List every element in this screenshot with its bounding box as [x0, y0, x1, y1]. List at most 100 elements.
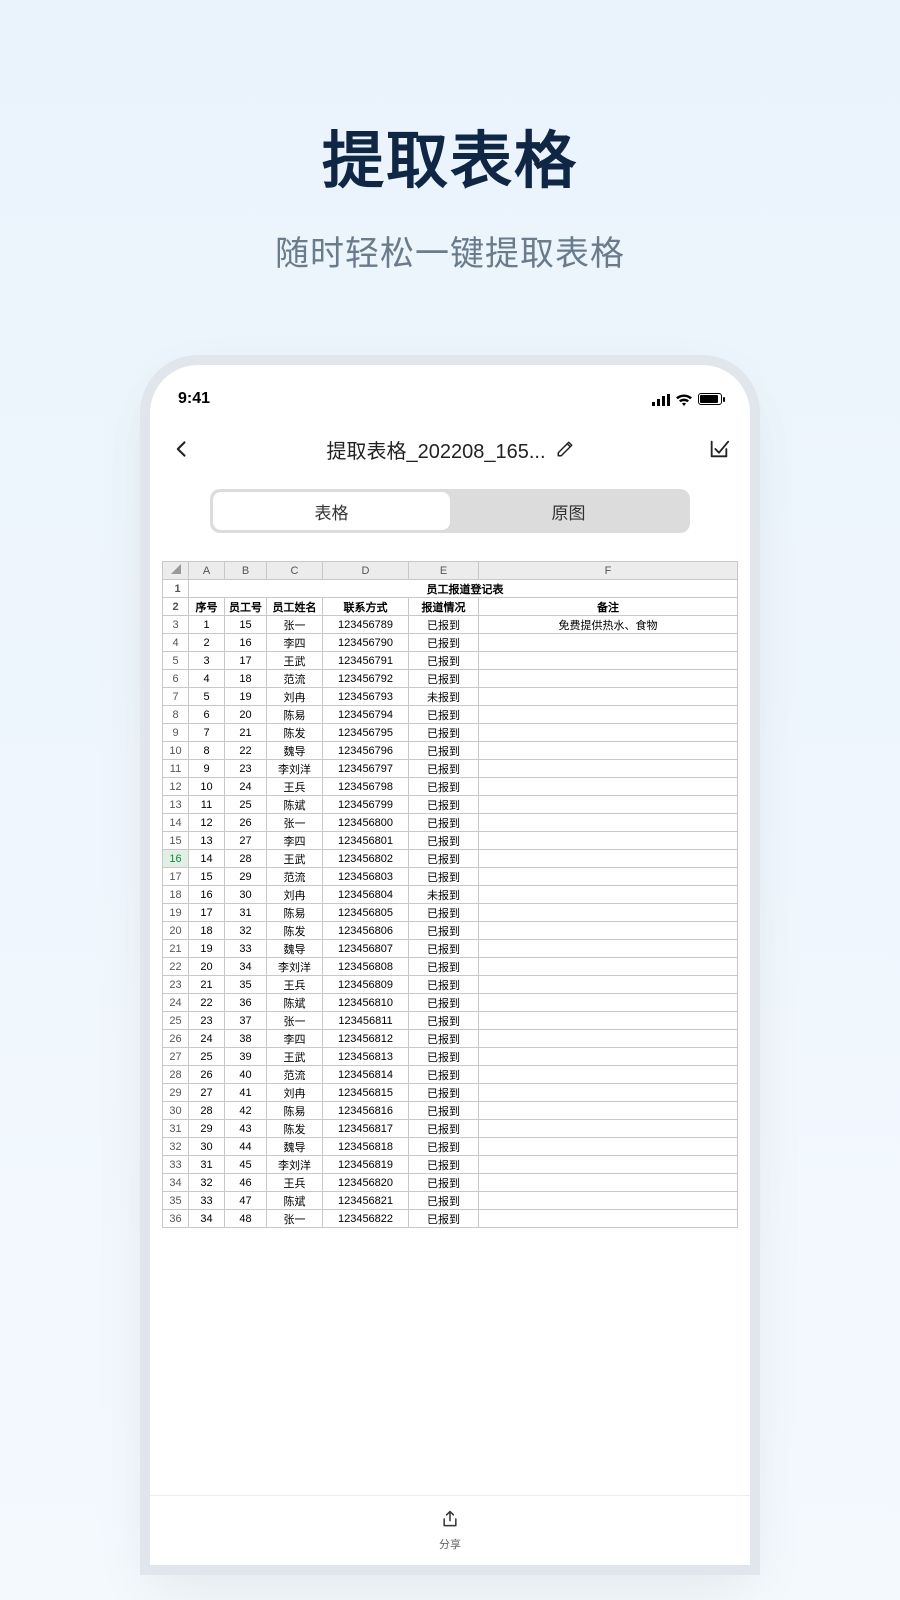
cell[interactable]: 123456798 — [323, 778, 409, 796]
cell[interactable] — [479, 814, 738, 832]
col-header[interactable]: D — [323, 562, 409, 580]
cell[interactable]: 已报到 — [409, 670, 479, 688]
cell[interactable]: 46 — [225, 1174, 267, 1192]
cell[interactable]: 123456821 — [323, 1192, 409, 1210]
cell[interactable]: 38 — [225, 1030, 267, 1048]
row-number[interactable]: 12 — [163, 778, 189, 796]
cell[interactable]: 27 — [189, 1084, 225, 1102]
cell[interactable]: 已报到 — [409, 958, 479, 976]
cell[interactable]: 已报到 — [409, 850, 479, 868]
cell[interactable]: 免费提供热水、食物 — [479, 616, 738, 634]
cell[interactable]: 陈斌 — [267, 994, 323, 1012]
share-button[interactable] — [440, 1509, 460, 1534]
cell[interactable]: 40 — [225, 1066, 267, 1084]
cell[interactable]: 李刘洋 — [267, 760, 323, 778]
cell[interactable]: 已报到 — [409, 742, 479, 760]
cell[interactable]: 2 — [189, 634, 225, 652]
row-number[interactable]: 4 — [163, 634, 189, 652]
cell[interactable]: 123456794 — [323, 706, 409, 724]
cell[interactable] — [479, 760, 738, 778]
cell[interactable]: 李四 — [267, 832, 323, 850]
column-header-cell[interactable]: 报道情况 — [409, 598, 479, 616]
cell[interactable]: 陈发 — [267, 1120, 323, 1138]
cell[interactable]: 刘冉 — [267, 886, 323, 904]
row-number[interactable]: 19 — [163, 904, 189, 922]
cell[interactable]: 魏导 — [267, 940, 323, 958]
row-number[interactable]: 22 — [163, 958, 189, 976]
cell[interactable] — [479, 1048, 738, 1066]
cell[interactable]: 123456793 — [323, 688, 409, 706]
cell[interactable]: 26 — [225, 814, 267, 832]
cell[interactable]: 123456791 — [323, 652, 409, 670]
corner-cell[interactable] — [163, 562, 189, 580]
select-icon[interactable] — [708, 438, 730, 460]
cell[interactable]: 123456803 — [323, 868, 409, 886]
cell[interactable]: 123456797 — [323, 760, 409, 778]
cell[interactable] — [479, 1102, 738, 1120]
cell[interactable] — [479, 868, 738, 886]
row-number[interactable]: 33 — [163, 1156, 189, 1174]
cell[interactable]: 123456801 — [323, 832, 409, 850]
cell[interactable]: 35 — [225, 976, 267, 994]
cell[interactable]: 已报到 — [409, 1120, 479, 1138]
cell[interactable]: 123456802 — [323, 850, 409, 868]
cell[interactable]: 已报到 — [409, 1030, 479, 1048]
cell[interactable]: 李刘洋 — [267, 958, 323, 976]
cell[interactable]: 123456811 — [323, 1012, 409, 1030]
col-header[interactable]: B — [225, 562, 267, 580]
row-number[interactable]: 10 — [163, 742, 189, 760]
cell[interactable]: 未报到 — [409, 688, 479, 706]
cell[interactable]: 28 — [225, 850, 267, 868]
cell[interactable] — [479, 724, 738, 742]
cell[interactable] — [479, 1192, 738, 1210]
cell[interactable]: 王武 — [267, 850, 323, 868]
cell[interactable]: 123456816 — [323, 1102, 409, 1120]
cell[interactable] — [479, 1066, 738, 1084]
cell[interactable]: 29 — [189, 1120, 225, 1138]
cell[interactable]: 123456796 — [323, 742, 409, 760]
cell[interactable]: 123456810 — [323, 994, 409, 1012]
row-number[interactable]: 17 — [163, 868, 189, 886]
cell[interactable]: 7 — [189, 724, 225, 742]
cell[interactable]: 已报到 — [409, 652, 479, 670]
cell[interactable]: 17 — [225, 652, 267, 670]
cell[interactable]: 已报到 — [409, 778, 479, 796]
row-number[interactable]: 28 — [163, 1066, 189, 1084]
row-number[interactable]: 16 — [163, 850, 189, 868]
column-header-cell[interactable]: 备注 — [479, 598, 738, 616]
cell[interactable]: 34 — [225, 958, 267, 976]
cell[interactable]: 陈发 — [267, 724, 323, 742]
cell[interactable] — [479, 994, 738, 1012]
cell[interactable]: 张一 — [267, 1012, 323, 1030]
cell[interactable]: 123456820 — [323, 1174, 409, 1192]
cell[interactable]: 123456806 — [323, 922, 409, 940]
cell[interactable]: 陈发 — [267, 922, 323, 940]
cell[interactable] — [479, 886, 738, 904]
cell[interactable]: 32 — [225, 922, 267, 940]
cell[interactable]: 123456819 — [323, 1156, 409, 1174]
spreadsheet-area[interactable]: ABCDEF 1员工报道登记表2序号员工号员工姓名联系方式报道情况备注3115张… — [150, 561, 750, 1495]
cell[interactable]: 123456814 — [323, 1066, 409, 1084]
cell[interactable]: 21 — [189, 976, 225, 994]
cell[interactable]: 34 — [189, 1210, 225, 1228]
cell[interactable]: 30 — [225, 886, 267, 904]
cell[interactable]: 24 — [225, 778, 267, 796]
column-header-cell[interactable]: 员工姓名 — [267, 598, 323, 616]
cell[interactable]: 陈易 — [267, 706, 323, 724]
cell[interactable]: 123456808 — [323, 958, 409, 976]
cell[interactable] — [479, 958, 738, 976]
cell[interactable]: 30 — [189, 1138, 225, 1156]
cell[interactable] — [479, 652, 738, 670]
cell[interactable]: 37 — [225, 1012, 267, 1030]
cell[interactable]: 28 — [189, 1102, 225, 1120]
cell[interactable]: 16 — [189, 886, 225, 904]
cell[interactable]: 25 — [189, 1048, 225, 1066]
cell[interactable]: 33 — [189, 1192, 225, 1210]
cell[interactable]: 23 — [189, 1012, 225, 1030]
cell[interactable]: 20 — [225, 706, 267, 724]
cell[interactable]: 已报到 — [409, 1156, 479, 1174]
cell[interactable]: 27 — [225, 832, 267, 850]
row-number[interactable]: 35 — [163, 1192, 189, 1210]
cell[interactable]: 16 — [225, 634, 267, 652]
cell[interactable]: 刘冉 — [267, 688, 323, 706]
